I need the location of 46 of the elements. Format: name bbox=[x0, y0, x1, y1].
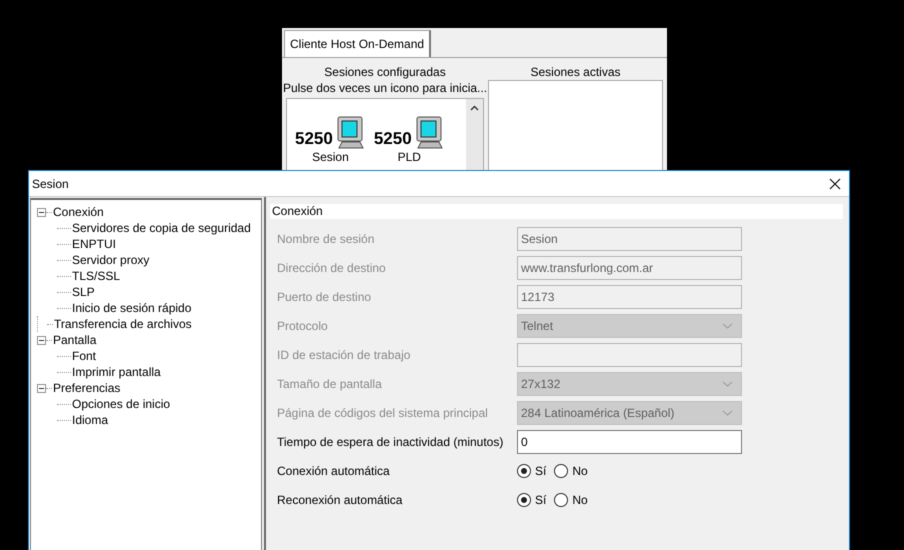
tree-item[interactable]: Imprimir pantalla bbox=[71, 364, 162, 380]
radio-option[interactable]: No bbox=[554, 464, 588, 478]
radio-option[interactable]: No bbox=[554, 492, 588, 506]
tree-item[interactable]: Conexión bbox=[52, 204, 105, 220]
field-label: Puerto de destino bbox=[277, 290, 372, 304]
tree-item[interactable]: ENPTUI bbox=[71, 236, 118, 252]
tree-item[interactable]: Pantalla bbox=[52, 332, 98, 348]
section-header: Conexión bbox=[270, 204, 843, 219]
field-label: Tiempo de espera de inactividad (minutos) bbox=[277, 434, 504, 448]
tree-item[interactable]: Font bbox=[71, 348, 98, 364]
radio-option[interactable]: Sí bbox=[517, 492, 546, 506]
field-label: ID de estación de trabajo bbox=[277, 348, 412, 362]
scroll-up-icon[interactable] bbox=[470, 105, 479, 111]
tree-item[interactable]: Idioma bbox=[71, 412, 110, 428]
field-label: Tamaño de pantalla bbox=[277, 376, 383, 390]
tree-item[interactable]: Transferencia de archivos bbox=[53, 316, 193, 332]
session-code[interactable]: 5250 bbox=[295, 129, 333, 149]
tree-item[interactable]: Servidores de copia de seguridad bbox=[71, 220, 252, 236]
collapse-icon[interactable] bbox=[37, 384, 46, 392]
tree-item[interactable]: SLP bbox=[71, 284, 96, 300]
collapse-icon[interactable] bbox=[37, 336, 46, 344]
text-field[interactable]: 0 bbox=[517, 430, 742, 454]
hint-text: Pulse dos veces un icono para inicia... bbox=[282, 80, 488, 96]
session-name[interactable]: Sesion bbox=[312, 150, 349, 164]
tree-item[interactable]: Preferencias bbox=[52, 380, 122, 396]
monitor-icon[interactable] bbox=[336, 115, 366, 149]
collapse-icon[interactable] bbox=[37, 208, 46, 216]
window-title: Sesion bbox=[32, 176, 69, 190]
active-sessions-title: Sesiones activas bbox=[530, 64, 621, 80]
configured-sessions-title: Sesiones configuradas bbox=[324, 64, 446, 80]
field-label: Página de códigos del sistema principal bbox=[277, 406, 489, 420]
field-label: Conexión automática bbox=[277, 464, 391, 478]
radio-option[interactable]: Sí bbox=[517, 464, 546, 478]
tree-item[interactable]: Inicio de sesión rápido bbox=[71, 300, 192, 316]
field-label: Dirección de destino bbox=[277, 260, 387, 274]
field-label: Protocolo bbox=[277, 318, 329, 332]
tree-item[interactable]: Opciones de inicio bbox=[71, 396, 172, 412]
host-tab[interactable]: Cliente Host On-Demand bbox=[284, 30, 432, 57]
field-label: Reconexión automática bbox=[277, 492, 404, 506]
tree-item[interactable]: Servidor proxy bbox=[71, 252, 150, 268]
session-name[interactable]: PLD bbox=[398, 150, 421, 164]
tree-item[interactable]: TLS/SSL bbox=[71, 268, 122, 284]
close-icon[interactable] bbox=[829, 178, 841, 190]
field-label: Nombre de sesión bbox=[277, 232, 376, 246]
monitor-icon[interactable] bbox=[414, 115, 445, 149]
session-code[interactable]: 5250 bbox=[374, 129, 412, 149]
